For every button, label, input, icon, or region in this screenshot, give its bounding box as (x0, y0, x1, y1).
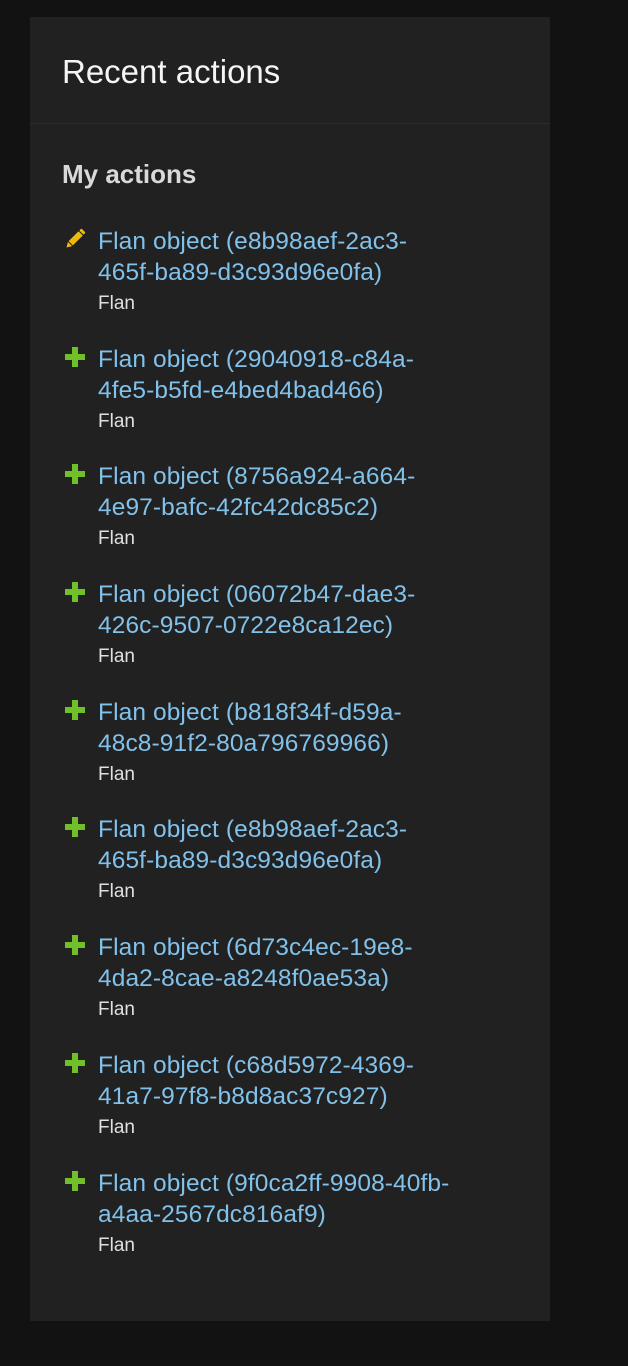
action-link[interactable]: Flan object (8756a924-a664- 4e97-bafc-42f… (98, 461, 522, 523)
action-link[interactable]: Flan object (c68d5972-4369- 41a7-97f8-b8d… (98, 1050, 522, 1112)
action-link-line: 41a7-97f8-b8d8ac37c927) (98, 1082, 388, 1110)
action-link[interactable]: Flan object (e8b98aef-2ac3- 465f-ba89-d3c… (98, 226, 522, 288)
action-item: Flan object (e8b98aef-2ac3- 465f-ba89-d3c… (62, 226, 522, 344)
content-type-label: Flan (98, 293, 135, 314)
content-type-label: Flan (98, 763, 135, 785)
content-type-label: Flan (98, 410, 135, 432)
action-link[interactable]: Flan object (29040918-c84a- 4fe5-b5fd-e4b… (98, 344, 522, 406)
content-type-label: Flan (98, 999, 135, 1021)
action-link[interactable]: Flan object (6d73c4ec-19e8- 4da2-8cae-a82… (98, 932, 522, 994)
action-link-line: 4da2-8cae-a8248f0ae53a) (98, 965, 390, 993)
action-link-line: 426c-9507-0722e8ca12ec) (98, 612, 394, 640)
module-title: Recent actions (62, 53, 281, 90)
content-type-label: Flan (98, 646, 135, 668)
action-link-line: Flan object (6d73c4ec-19e8- (98, 934, 413, 962)
content-type-label: Flan (98, 528, 135, 550)
action-item: Flan object (06072b47-dae3- 426c-9507-072… (62, 579, 522, 697)
action-link-line: Flan object (b818f34f-d59a- (98, 698, 402, 726)
module-header: Recent actions (30, 17, 550, 124)
action-link-line: 4fe5-b5fd-e4bed4bad466) (98, 376, 384, 404)
plus-icon (62, 932, 88, 958)
pencil-icon (62, 226, 88, 252)
action-list: Flan object (e8b98aef-2ac3- 465f-ba89-d3c… (62, 226, 522, 1285)
action-link-line: Flan object (c68d5972-4369- (98, 1051, 414, 1079)
action-item: Flan object (9f0ca2ff-9908-40fb-a4aa-256… (62, 1168, 522, 1286)
plus-icon (62, 579, 88, 605)
plus-icon (62, 1050, 88, 1076)
action-link-line: 4e97-bafc-42fc42dc85c2) (98, 494, 379, 522)
action-item: Flan object (b818f34f-d59a- 48c8-91f2-80a… (62, 697, 522, 815)
action-link[interactable]: Flan object (9f0ca2ff-9908-40fb-a4aa-256… (98, 1168, 522, 1230)
action-link[interactable]: Flan object (e8b98aef-2ac3- 465f-ba89-d3c… (98, 814, 522, 876)
action-link-line: a4aa-2567dc816af9) (98, 1200, 326, 1228)
content-type-label: Flan (98, 1234, 135, 1256)
action-link-line: 465f-ba89-d3c93d96e0fa) (98, 847, 383, 875)
plus-icon (62, 1168, 88, 1194)
action-link-line: Flan object (29040918-c84a- (98, 345, 414, 373)
action-link-line: 48c8-91f2-80a796769966) (98, 729, 390, 757)
action-link-line: 465f-ba89-d3c93d96e0fa) (98, 259, 383, 286)
recent-actions-module: Recent actions My actions Flan object (e… (30, 17, 550, 1321)
action-link-line: Flan object (06072b47-dae3- (98, 581, 416, 609)
action-link[interactable]: Flan object (06072b47-dae3- 426c-9507-072… (98, 579, 522, 641)
action-link-line: Flan object (8756a924-a664- (98, 463, 416, 491)
action-item: Flan object (6d73c4ec-19e8- 4da2-8cae-a82… (62, 932, 522, 1050)
action-item: Flan object (29040918-c84a- 4fe5-b5fd-e4b… (62, 344, 522, 462)
content-type-label: Flan (98, 881, 135, 903)
action-item: Flan object (c68d5972-4369- 41a7-97f8-b8d… (62, 1050, 522, 1168)
plus-icon (62, 461, 88, 487)
section-title: My actions (62, 159, 197, 189)
action-link-line: Flan object (e8b98aef-2ac3- (98, 228, 408, 255)
action-link[interactable]: Flan object (b818f34f-d59a- 48c8-91f2-80a… (98, 697, 522, 759)
action-item: Flan object (e8b98aef-2ac3- 465f-ba89-d3c… (62, 814, 522, 932)
plus-icon (62, 344, 88, 370)
action-link-line: Flan object (e8b98aef-2ac3- (98, 816, 408, 844)
action-link-line: Flan object (9f0ca2ff-9908-40fb- (98, 1169, 450, 1197)
plus-icon (62, 697, 88, 723)
plus-icon (62, 814, 88, 840)
content-type-label: Flan (98, 1116, 135, 1138)
action-item: Flan object (8756a924-a664- 4e97-bafc-42f… (62, 461, 522, 579)
